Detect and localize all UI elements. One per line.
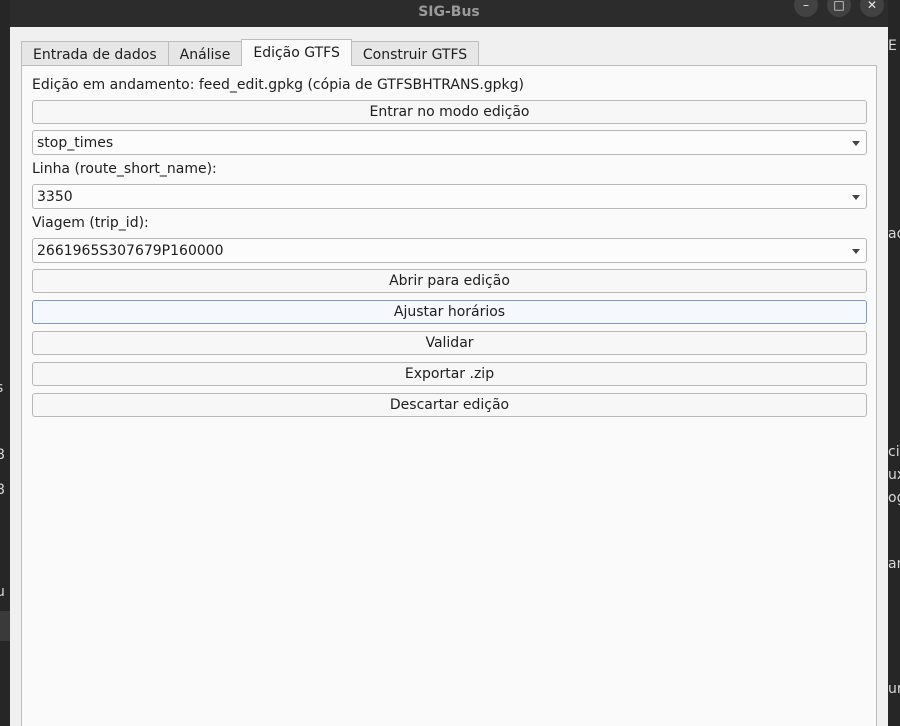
background-text: u — [0, 584, 5, 600]
discard-edit-button[interactable]: Descartar edição — [32, 393, 867, 417]
background-text: ci — [888, 444, 900, 460]
main-dialog: Entrada de dados Análise Edição GTFS Con… — [10, 27, 888, 726]
enter-edit-mode-button[interactable]: Entrar no modo edição — [32, 100, 867, 124]
minimize-icon: – — [803, 0, 809, 12]
background-text: s — [0, 380, 10, 396]
tab-bar: Entrada de dados Análise Edição GTFS Con… — [21, 39, 480, 67]
background-app-right: E ad ci ux og an ur — [888, 0, 900, 726]
background-text: 8 — [0, 447, 5, 463]
export-zip-button[interactable]: Exportar .zip — [32, 362, 867, 386]
open-for-edit-button[interactable]: Abrir para edição — [32, 269, 867, 293]
maximize-button[interactable]: □ — [827, 0, 851, 17]
background-text: E — [888, 38, 897, 54]
background-app-left: s 8 8 u — [0, 0, 10, 726]
window-title: SIG-Bus — [418, 3, 480, 20]
trip-select[interactable]: 2661965S307679P160000 — [32, 238, 867, 263]
table-select-value: stop_times — [37, 134, 114, 151]
tab-construir-gtfs[interactable]: Construir GTFS — [350, 41, 480, 67]
background-text: 8 — [0, 482, 5, 498]
tab-edicao-gtfs[interactable]: Edição GTFS — [241, 39, 352, 66]
table-select[interactable]: stop_times — [32, 130, 867, 155]
tab-analise[interactable]: Análise — [167, 41, 243, 67]
chevron-down-icon — [852, 141, 860, 146]
close-button[interactable]: ✕ — [860, 0, 884, 17]
route-select[interactable]: 3350 — [32, 184, 867, 209]
trip-select-value: 2661965S307679P160000 — [37, 242, 224, 259]
background-text: an — [888, 556, 900, 572]
trip-label: Viagem (trip_id): — [32, 215, 149, 231]
background-text: ad — [888, 226, 900, 242]
background-text: ur — [888, 681, 900, 697]
background-panel — [0, 611, 10, 641]
route-select-value: 3350 — [37, 188, 73, 205]
close-icon: ✕ — [866, 0, 878, 12]
validate-button[interactable]: Validar — [32, 331, 867, 355]
chevron-down-icon — [852, 249, 860, 254]
minimize-button[interactable]: – — [794, 0, 818, 17]
maximize-icon: □ — [833, 0, 845, 12]
window-controls: – □ ✕ — [794, 0, 884, 17]
chevron-down-icon — [852, 195, 860, 200]
background-text: ux — [888, 467, 900, 483]
edit-status-label: Edição em andamento: feed_edit.gpkg (cóp… — [32, 77, 525, 93]
adjust-times-button[interactable]: Ajustar horários — [32, 300, 867, 324]
background-text: og — [888, 490, 900, 506]
tab-panel-edicao-gtfs: Edição em andamento: feed_edit.gpkg (cóp… — [21, 65, 877, 726]
window-titlebar[interactable]: SIG-Bus – □ ✕ — [10, 0, 888, 27]
route-label: Linha (route_short_name): — [32, 161, 217, 177]
tab-entrada-de-dados[interactable]: Entrada de dados — [21, 41, 169, 67]
